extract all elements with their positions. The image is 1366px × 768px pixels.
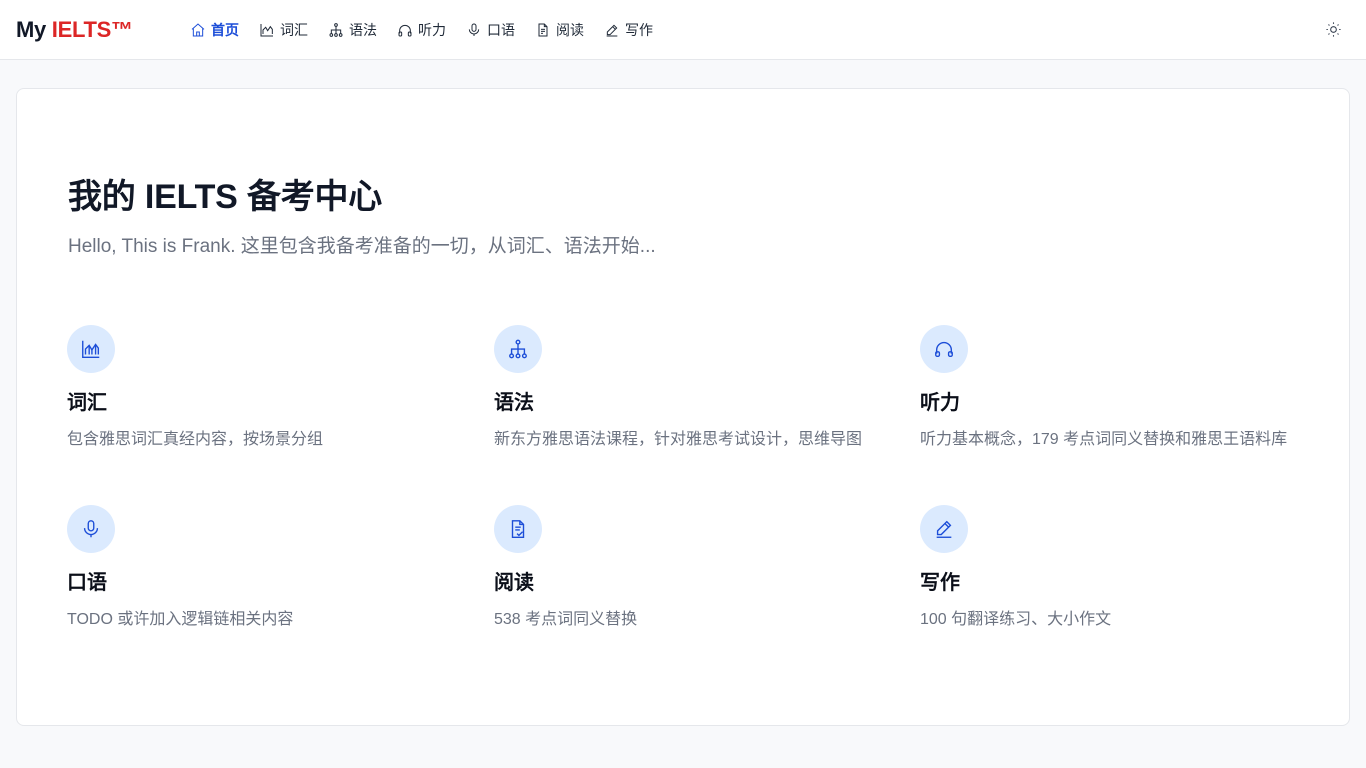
nav-item-label: 词汇 [280,22,308,38]
nav-item-label: 阅读 [556,22,584,38]
feature-card-writing[interactable]: 写作 100 句翻译练习、大小作文 [920,505,1320,645]
headphones-icon [398,24,412,37]
brand-logo[interactable]: My IELTS™ [16,16,133,44]
feature-icon-badge [67,325,115,373]
nav-item-listening[interactable]: 听力 [391,15,452,45]
main-card: 我的 IELTS 备考中心 Hello, This is Frank. 这里包含… [16,88,1350,726]
brand-accent: IELTS™ [51,17,133,42]
feature-icon-badge [920,505,968,553]
microphone-icon [83,520,99,538]
feature-description: 新东方雅思语法课程，针对雅思考试设计，思维导图 [494,431,863,448]
nav-item-home[interactable]: 首页 [184,15,245,45]
feature-icon-badge [67,505,115,553]
feature-card-vocabulary[interactable]: 词汇 包含雅思词汇真经内容，按场景分组 [67,325,467,465]
pencil-icon [606,24,618,37]
feature-icon-badge [920,325,968,373]
feature-description: 538 考点词同义替换 [494,611,638,628]
headphones-icon [935,341,953,358]
nav-item-label: 口语 [487,22,515,38]
feature-title: 阅读 [494,572,534,594]
feature-description: 听力基本概念，179 考点词同义替换和雅思王语料库 [920,431,1288,448]
feature-description: 包含雅思词汇真经内容，按场景分组 [67,431,324,448]
feature-icon-badge [494,325,542,373]
nav-item-speaking[interactable]: 口语 [460,15,521,45]
nav-item-label: 写作 [625,22,653,38]
feature-description: TODO 或许加入逻辑链相关内容 [67,611,294,628]
pencil-icon [936,520,952,538]
feature-title: 口语 [67,572,107,594]
nav-item-grammar[interactable]: 语法 [322,15,383,45]
feature-title: 听力 [920,392,960,414]
feature-title: 语法 [494,392,534,414]
home-icon [191,23,205,37]
feature-card-reading[interactable]: 阅读 538 考点词同义替换 [494,505,894,645]
feature-description: 100 句翻译练习、大小作文 [920,611,1112,628]
brand-prefix: My [16,17,52,42]
feature-title: 词汇 [67,392,107,414]
feature-title: 写作 [920,572,960,594]
microphone-icon [468,23,480,36]
feature-icon-badge [494,505,542,553]
nav-item-label: 语法 [349,22,377,38]
nav-item-writing[interactable]: 写作 [598,15,659,45]
document-check-icon [511,520,525,538]
top-navigation-bar: My IELTS™ 首页 词汇 语法 听力 口语 阅读 写作 [0,0,1366,60]
nav-item-label: 听力 [418,22,446,38]
main-nav: 首页 词汇 语法 听力 口语 阅读 写作 [184,15,667,45]
nav-item-vocabulary[interactable]: 词汇 [253,15,314,45]
feature-card-speaking[interactable]: 口语 TODO 或许加入逻辑链相关内容 [67,505,467,645]
nav-item-reading[interactable]: 阅读 [529,15,590,45]
chart-icon [260,24,273,37]
feature-card-listening[interactable]: 听力 听力基本概念，179 考点词同义替换和雅思王语料库 [920,325,1320,465]
hierarchy-icon [509,339,527,359]
page-subtitle: Hello, This is Frank. 这里包含我备考准备的一切，从词汇、语… [68,236,656,257]
sun-icon [1325,21,1341,37]
feature-card-grammar[interactable]: 语法 新东方雅思语法课程，针对雅思考试设计，思维导图 [494,325,894,465]
document-icon [538,23,548,37]
nav-item-label: 首页 [211,22,239,38]
hierarchy-icon [329,23,343,37]
chart-icon [82,340,100,358]
theme-toggle-button[interactable] [1318,14,1348,44]
page-title: 我的 IELTS 备考中心 [68,178,383,216]
